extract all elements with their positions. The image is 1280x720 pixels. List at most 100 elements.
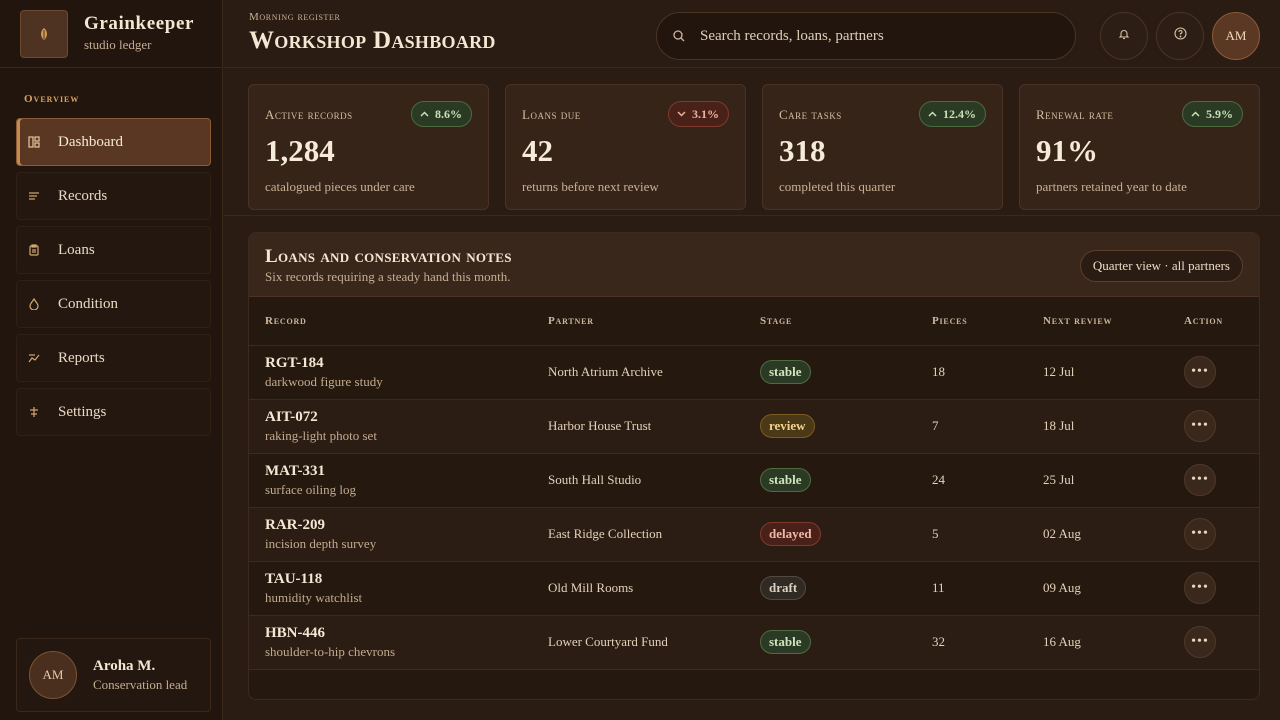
pieces-cell: 7 [932,418,939,433]
table-title: Loans and conservation notes [265,246,512,267]
leaf-logo-icon [20,9,68,58]
sidebar-item-label: Settings [58,403,107,420]
kpi-caption: returns before next review [522,179,659,194]
sidebar-item-label: Dashboard [58,133,123,150]
loans-table-card: Loans and conservation notes Six records… [248,232,1260,700]
profile-role: Conservation lead [93,676,188,692]
kpi-label: Loans due [522,107,581,122]
kpi-card-renewal-rate: Renewal rate 5.9% 91% partners retained … [1019,84,1260,210]
profile-name: Aroha M. [93,657,156,674]
kpi-caption: partners retained year to date [1036,179,1187,194]
sliders-icon [27,405,41,419]
record-id: AIT-072 [265,409,318,425]
more-actions-button[interactable]: ••• [1184,626,1216,658]
quarter-view-button[interactable]: Quarter view · all partners [1079,250,1243,282]
record-description: surface oiling log [265,482,356,497]
record-id: HBN-446 [265,625,325,641]
table-row[interactable]: RAR-209 incision depth survey East Ridge… [249,508,1259,562]
trend-badge: 12.4% [919,101,986,127]
record-description: incision depth survey [265,536,377,551]
kpi-value: 318 [779,133,826,168]
more-actions-button[interactable]: ••• [1184,356,1216,388]
next-review-cell: 09 Aug [1043,580,1081,595]
partner-cell: Old Mill Rooms [548,580,634,595]
status-badge: delayed [760,522,821,546]
table-row[interactable]: RGT-184 darkwood figure study North Atri… [249,346,1259,400]
pieces-cell: 24 [932,472,945,487]
next-review-cell: 12 Jul [1043,364,1075,379]
clipboard-icon [27,243,41,257]
sidebar-item-reports[interactable]: Reports [16,334,211,382]
status-badge: stable [760,630,811,654]
more-actions-button[interactable]: ••• [1184,572,1216,604]
trend-value: 5.9% [1206,106,1233,121]
dashboard-icon [27,135,41,149]
sidebar-item-records[interactable]: Records [16,172,211,220]
kpi-card-care-tasks: Care tasks 12.4% 318 completed this quar… [762,84,1003,210]
droplet-icon [27,297,41,311]
table-row[interactable]: HBN-446 shoulder-to-hip chevrons Lower C… [249,616,1259,670]
column-header-partner[interactable]: Partner [548,315,594,327]
kpi-card-loans-due: Loans due 3.1% 42 returns before next re… [505,84,746,210]
brand-subtitle: studio ledger [84,37,152,52]
table-row[interactable]: AIT-072 raking-light photo set Harbor Ho… [249,400,1259,454]
record-id: RGT-184 [265,355,324,371]
section-divider [224,215,1280,216]
notifications-button[interactable] [1100,12,1148,60]
sidebar-item-settings[interactable]: Settings [16,388,211,436]
kpi-label: Care tasks [779,107,842,122]
trend-badge: 5.9% [1182,101,1243,127]
status-badge: stable [760,360,811,384]
status-badge: review [760,414,815,438]
next-review-cell: 16 Aug [1043,634,1081,649]
sidebar: Grainkeeper studio ledger Overview Dashb… [0,0,223,720]
pieces-cell: 18 [932,364,945,379]
column-header-action: Action [1184,315,1223,327]
record-id: TAU-118 [265,571,323,587]
column-header-pieces[interactable]: Pieces [932,315,968,327]
kpi-caption: completed this quarter [779,179,896,194]
table-row[interactable]: MAT-331 surface oiling log South Hall St… [249,454,1259,508]
trend-value: 3.1% [692,106,719,121]
sidebar-item-label: Loans [58,241,95,258]
record-id: MAT-331 [265,463,325,479]
column-header-next-review[interactable]: Next review [1043,315,1112,327]
chevron-up-icon [928,111,937,117]
table-subtitle: Six records requiring a steady hand this… [265,269,511,284]
partner-cell: South Hall Studio [548,472,642,487]
sidebar-item-condition[interactable]: Condition [16,280,211,328]
more-actions-button[interactable]: ••• [1184,518,1216,550]
status-badge: draft [760,576,807,600]
table-row[interactable]: TAU-118 humidity watchlist Old Mill Room… [249,562,1259,616]
user-avatar-button[interactable]: AM [1212,12,1260,60]
more-actions-button[interactable]: ••• [1184,464,1216,496]
bell-icon [1118,27,1130,45]
pieces-cell: 11 [932,580,945,595]
records-icon [27,189,41,203]
partner-cell: Harbor House Trust [548,418,652,433]
sidebar-item-label: Records [58,187,108,204]
profile-card[interactable]: AM Aroha M. Conservation lead [16,638,211,712]
column-header-stage[interactable]: Stage [760,315,792,327]
record-description: shoulder-to-hip chevrons [265,644,396,659]
sidebar-item-label: Reports [58,349,105,366]
partner-cell: North Atrium Archive [548,364,663,379]
trend-value: 12.4% [943,106,976,121]
search-input[interactable] [700,21,1075,51]
record-description: darkwood figure study [265,374,383,389]
sidebar-item-loans[interactable]: Loans [16,226,211,274]
more-actions-button[interactable]: ••• [1184,410,1216,442]
table-header: Loans and conservation notes Six records… [249,233,1259,297]
trend-value: 8.6% [435,106,462,121]
next-review-cell: 25 Jul [1043,472,1075,487]
search-bar[interactable] [656,12,1076,60]
help-button[interactable] [1156,12,1204,60]
table-column-headers: Record Partner Stage Pieces Next review … [249,297,1259,346]
brand: Grainkeeper studio ledger [0,0,222,68]
column-header-record[interactable]: Record [265,315,307,327]
chevron-up-icon [1191,111,1200,117]
avatar: AM [29,651,77,699]
sidebar-item-dashboard[interactable]: Dashboard [16,118,211,166]
sidebar-item-label: Condition [58,295,119,312]
next-review-cell: 02 Aug [1043,526,1081,541]
